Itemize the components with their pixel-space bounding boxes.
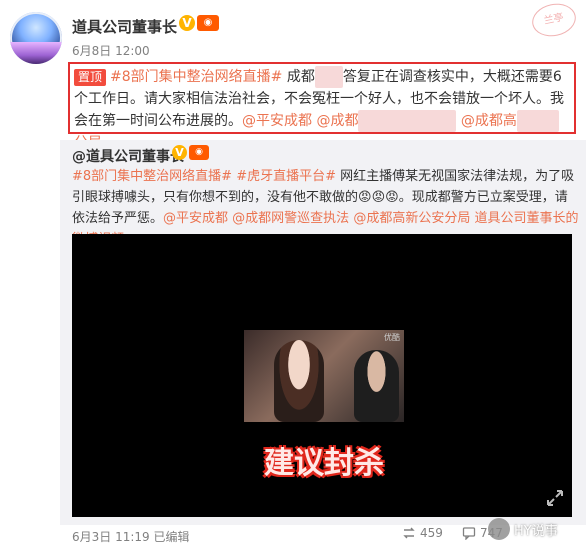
hashtag-segment[interactable]: #8部门集中整治网络直播# — [72, 169, 232, 184]
watermark-logo-icon — [488, 518, 510, 540]
pinned-post-content: 置顶#8部门集中整治网络直播# 成都公安答复正在调查核实中，大概还需要6个工作日… — [68, 62, 576, 151]
hashtag-segment[interactable]: #虎牙直播平台# — [236, 169, 336, 184]
text-segment: 成都 — [282, 69, 315, 85]
avatar-road-graphic — [10, 42, 62, 64]
mention-segment[interactable]: @成都 — [316, 113, 358, 129]
post-username[interactable]: 道具公司董事长 — [72, 16, 177, 37]
post-text: #8部门集中整治网络直播# 成都公安答复正在调查核实中，大概还需要6个工作日。请… — [74, 66, 564, 151]
mention-segment[interactable]: @成都高 — [461, 113, 517, 129]
video-person-female — [274, 340, 324, 422]
post-timestamp[interactable]: 6月8日 12:00 — [72, 42, 150, 59]
level-badge-icon: ◉ — [197, 15, 219, 31]
blur-segment: 新公安 — [516, 110, 559, 132]
repost-username[interactable]: @道具公司董事长 — [72, 146, 184, 166]
pin-tag: 置顶 — [74, 69, 107, 86]
repost-verified-icon: V — [172, 145, 187, 160]
mention-segment[interactable]: @成都高新公安分局 — [353, 211, 470, 226]
stamp-icon: 兰亭 — [529, 0, 579, 41]
avatar[interactable] — [10, 12, 62, 64]
video-caption: 建议封杀 — [264, 446, 384, 481]
blur-segment: 网警巡查执法局 — [358, 110, 457, 132]
mention-segment[interactable]: @平安成都 — [242, 113, 312, 129]
mention-segment[interactable]: @成都网警巡查执法 — [232, 211, 349, 226]
verified-badge: V — [179, 15, 195, 31]
repost-count: 459 — [420, 526, 443, 540]
video-thumbnail[interactable]: 优酷 — [244, 330, 404, 422]
comment-icon — [462, 527, 476, 540]
hashtag-segment[interactable]: #8部门集中整治网络直播# — [110, 69, 282, 85]
repost-date[interactable]: 6月3日 11:19 — [72, 530, 150, 544]
video-person-male — [354, 350, 399, 422]
repost-level-icon: ◉ — [189, 145, 209, 160]
expand-icon[interactable] — [546, 489, 564, 507]
video-frame-mark: 优酷 — [384, 333, 400, 342]
watermark: HY说事 — [488, 518, 558, 540]
blur-segment: 公安 — [314, 66, 343, 88]
repost-icon — [403, 527, 415, 539]
repost-meta: 6月3日 11:19 已编辑 — [72, 528, 190, 545]
mention-segment[interactable]: @平安成都 — [163, 211, 228, 226]
text-segment: 😡😡😡 — [358, 190, 399, 205]
repost-button[interactable]: 459 — [402, 526, 443, 540]
watermark-text: HY说事 — [514, 523, 558, 539]
edited-label: 已编辑 — [153, 530, 190, 544]
